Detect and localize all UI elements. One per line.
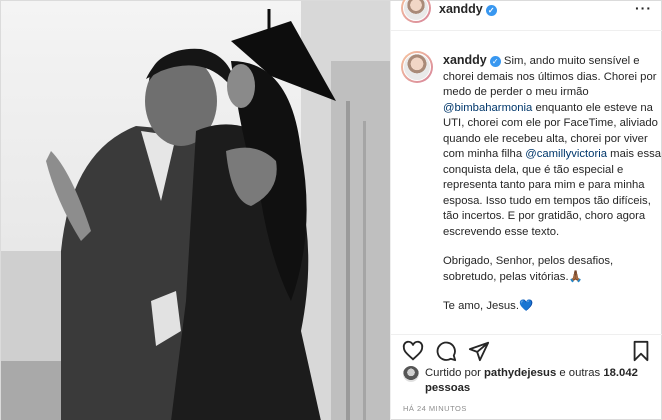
post-sidebar: xanddy ✓ ··· xanddy ✓ Sim, ando muito sens…: [390, 0, 662, 420]
caption-paragraph-2: Obrigado, Senhor, pelos desafios, sobret…: [443, 255, 614, 283]
likes-mid: e outras: [556, 367, 604, 379]
caption-paragraph-3: Te amo, Jesus.💙: [443, 299, 662, 315]
caption-username[interactable]: xanddy: [443, 53, 487, 67]
likes-text: Curtido por pathydejesus e outras 18.042…: [425, 366, 658, 396]
caption-text: xanddy ✓ Sim, ando muito sensível e chore…: [443, 53, 662, 329]
header-username[interactable]: xanddy ✓: [439, 2, 497, 16]
post-photo[interactable]: [1, 1, 390, 420]
heart-icon[interactable]: [402, 340, 424, 362]
caption-avatar[interactable]: [401, 51, 433, 83]
caption-part: Te amo, Jesus.: [443, 300, 519, 312]
post-timestamp[interactable]: HÁ 24 MINUTOS: [403, 404, 467, 413]
verified-badge-icon: ✓: [489, 56, 501, 67]
header-username-text[interactable]: xanddy: [439, 2, 483, 16]
caption-paragraph-1: xanddy ✓ Sim, ando muito sensível e chore…: [443, 53, 662, 240]
liker-avatar[interactable]: [403, 366, 419, 382]
post-header: xanddy ✓ ···: [391, 0, 662, 31]
caption-part: mais essa conquista dela, que é tão espe…: [443, 148, 662, 238]
blue-heart-emoji: 💙: [518, 300, 534, 312]
photo-graduation-hug: [1, 1, 390, 420]
comment-icon[interactable]: [435, 340, 457, 362]
verified-badge-icon: ✓: [485, 5, 497, 16]
header-avatar[interactable]: [401, 0, 431, 23]
share-icon[interactable]: [468, 340, 490, 362]
more-options-icon[interactable]: ···: [635, 0, 652, 16]
bookmark-icon[interactable]: [630, 340, 652, 362]
likes-prefix: Curtido por: [425, 367, 485, 379]
mention-link[interactable]: @camillyvictoria: [525, 148, 607, 160]
liker-username[interactable]: pathydejesus: [484, 367, 556, 379]
instagram-post: xanddy ✓ ··· xanddy ✓ Sim, ando muito sens…: [0, 0, 662, 420]
mention-link[interactable]: @bimbaharmonia: [443, 102, 532, 114]
action-bar: [391, 334, 662, 364]
